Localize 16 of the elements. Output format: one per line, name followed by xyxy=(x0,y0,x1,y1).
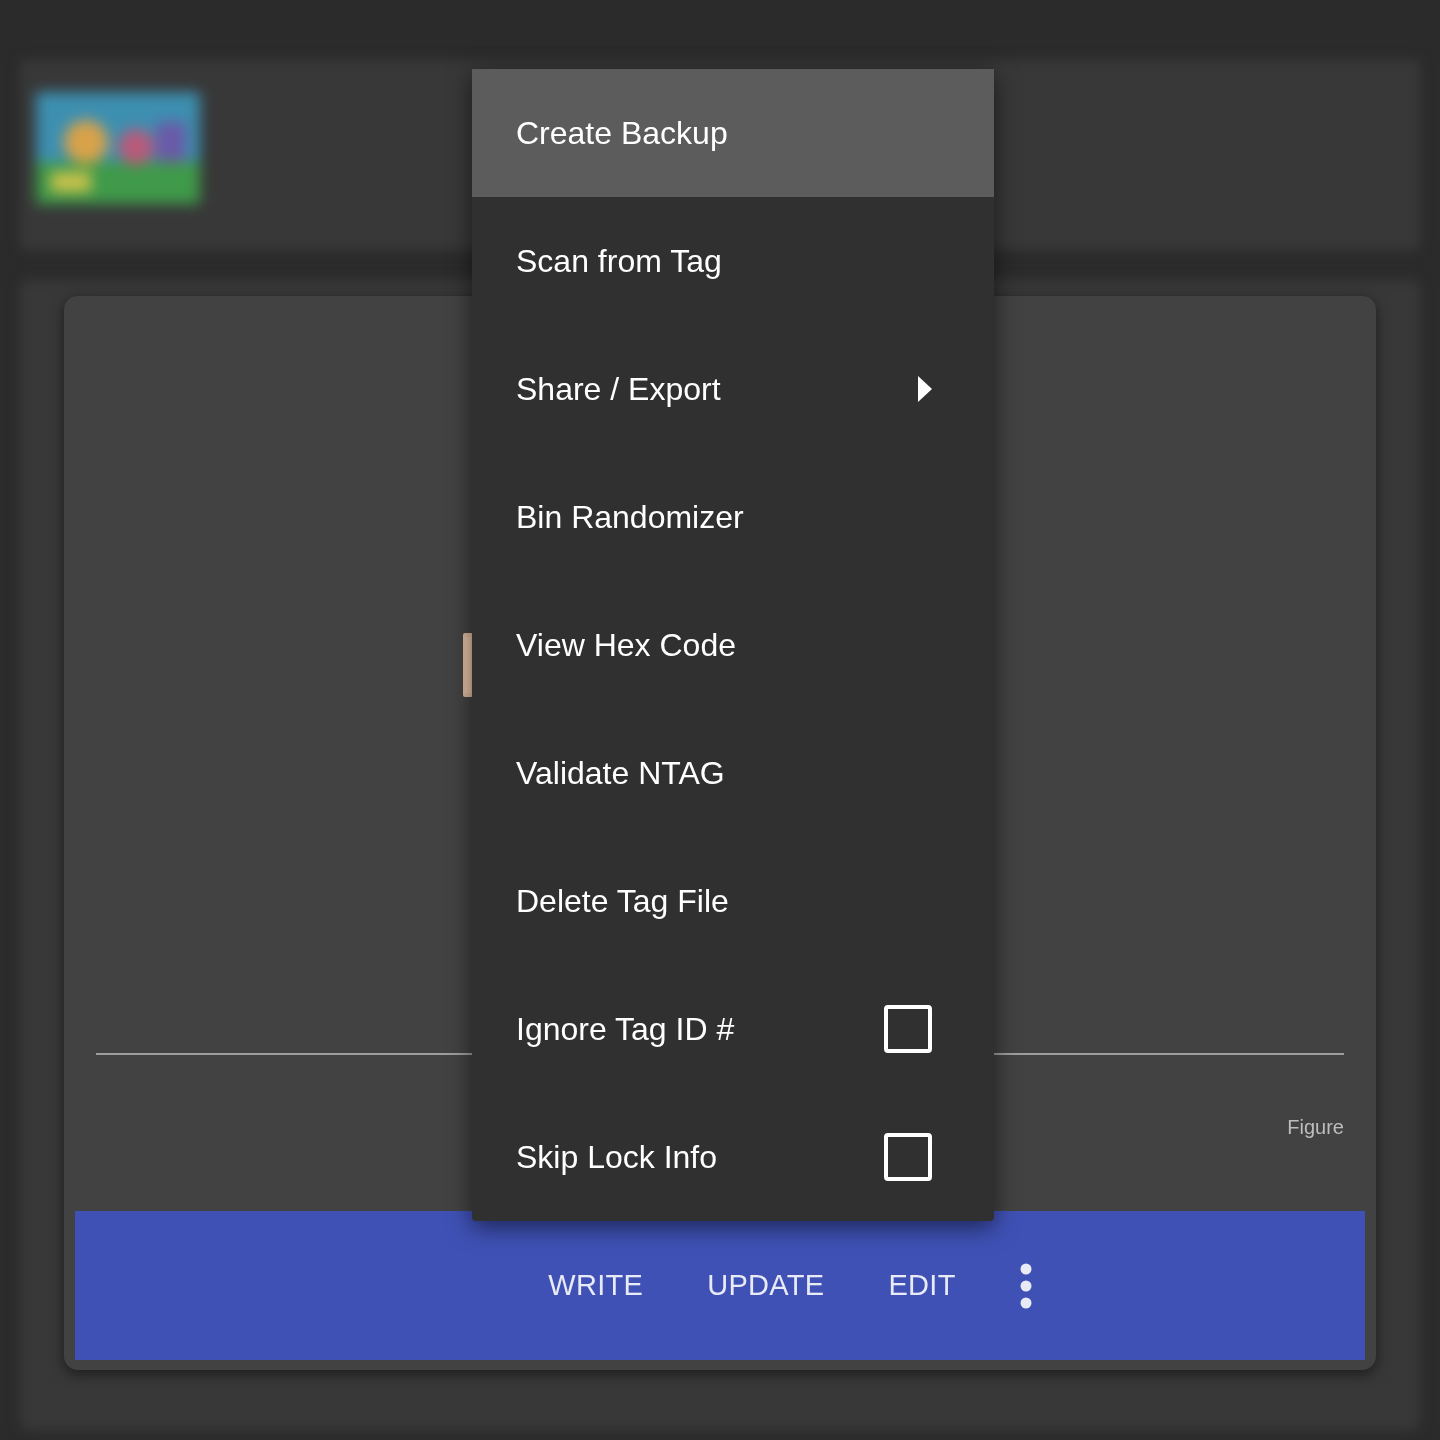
action-button[interactable]: UPDATE xyxy=(675,1251,857,1320)
checkbox[interactable] xyxy=(884,1005,932,1053)
field-label: Figure xyxy=(1287,1115,1344,1140)
menu-item[interactable]: Share / Export xyxy=(472,325,994,453)
menu-item[interactable]: View Hex Code xyxy=(472,581,994,709)
submenu-arrow-icon xyxy=(918,376,932,402)
menu-item[interactable]: Ignore Tag ID # xyxy=(472,965,994,1093)
menu-item[interactable]: Skip Lock Info xyxy=(472,1093,994,1221)
menu-item[interactable]: Create Backup xyxy=(472,69,994,197)
menu-item[interactable]: Delete Tag File xyxy=(472,837,994,965)
menu-item[interactable]: Bin Randomizer xyxy=(472,453,994,581)
action-button[interactable]: EDIT xyxy=(856,1251,988,1320)
action-button[interactable]: WRITE xyxy=(516,1251,676,1320)
menu-item[interactable]: Validate NTAG xyxy=(472,709,994,837)
menu-item[interactable]: Scan from Tag xyxy=(472,197,994,325)
checkbox[interactable] xyxy=(884,1133,932,1181)
